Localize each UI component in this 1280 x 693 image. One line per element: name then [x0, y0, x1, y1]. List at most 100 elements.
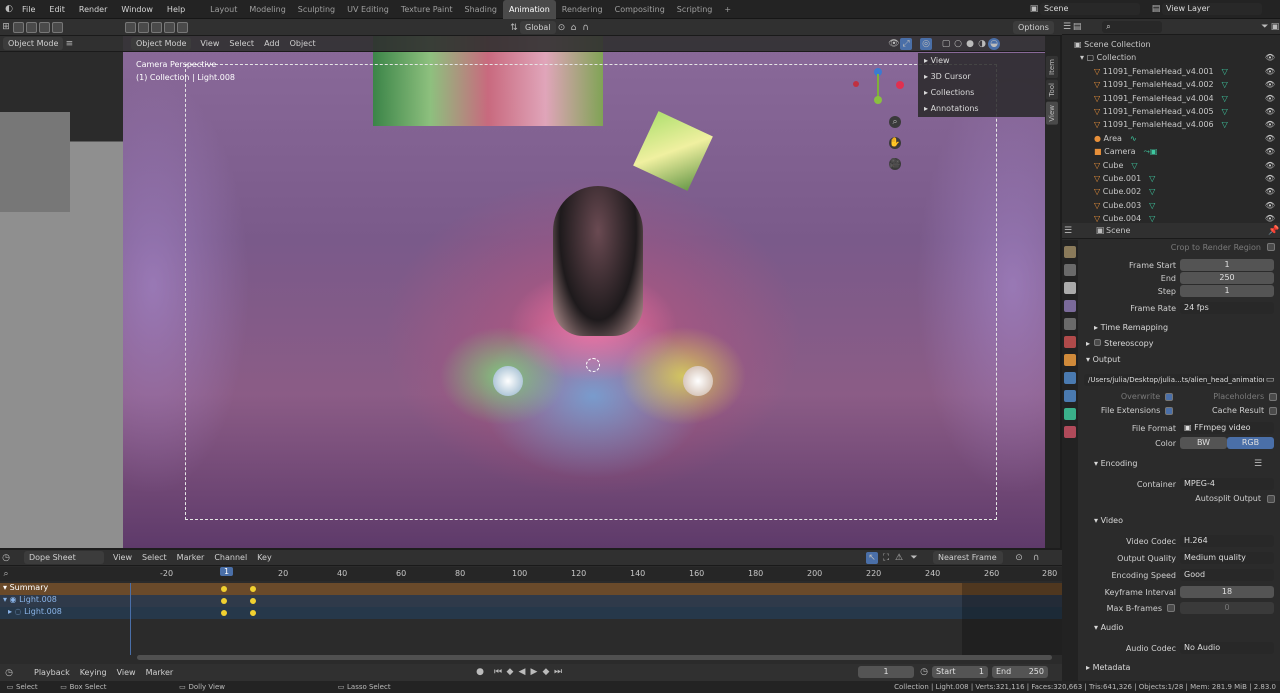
color-rgb-button[interactable]: RGB — [1227, 437, 1274, 449]
outliner-item[interactable]: ▽ 11091_FemaleHead_v4.001 ▽ 👁 — [1062, 65, 1280, 78]
tab-compositing[interactable]: Compositing — [609, 0, 671, 19]
outliner-item[interactable]: ▽ Cube.002 ▽ 👁 — [1062, 185, 1280, 198]
visibility-eye-icon[interactable]: 👁 — [1265, 145, 1275, 158]
dope-select-menu[interactable]: Select — [137, 551, 172, 564]
outliner-item[interactable]: ▽ 11091_FemaleHead_v4.004 ▽ 👁 — [1062, 92, 1280, 105]
video-codec-dropdown[interactable]: H.264 — [1180, 535, 1274, 547]
start-frame-field[interactable]: Start 1 — [932, 666, 988, 678]
tab-texture-paint[interactable]: Texture Paint — [395, 0, 459, 19]
visibility-eye-icon[interactable]: 👁 — [1265, 51, 1275, 64]
outliner-item[interactable]: ▽ Cube ▽ 👁 — [1062, 159, 1280, 172]
prev-keyframe-icon[interactable]: ◆ — [504, 666, 516, 678]
visibility-eye-icon[interactable]: 👁 — [1265, 105, 1275, 118]
outliner-item[interactable]: ■ Camera ⤳▣ 👁 — [1062, 145, 1280, 158]
keyframe[interactable] — [250, 598, 256, 604]
channel-row[interactable]: ▾ ◉ Light.008 — [0, 595, 1062, 607]
snap-mode-dropdown[interactable]: Nearest Frame — [933, 551, 1003, 564]
crop-checkbox[interactable] — [1267, 243, 1275, 251]
visibility-eye-icon[interactable]: 👁 — [1265, 92, 1275, 105]
audio-codec-dropdown[interactable]: No Audio — [1180, 642, 1274, 654]
overwrite-checkbox[interactable] — [1165, 392, 1174, 401]
jump-start-icon[interactable]: ⏮ — [492, 666, 504, 678]
placeholders-checkbox[interactable] — [1269, 392, 1277, 401]
file-extensions-checkbox[interactable] — [1165, 406, 1174, 415]
output-tab-icon[interactable] — [1064, 282, 1076, 294]
visibility-eye-icon[interactable]: 👁 — [1265, 118, 1275, 131]
visibility-eye-icon[interactable]: 👁 — [1265, 172, 1275, 185]
editor-type-icon[interactable]: ⊞ — [0, 21, 12, 33]
left-object-mode-dropdown[interactable]: Object Mode — [3, 37, 64, 50]
frame-start-field[interactable]: 1 — [1180, 259, 1274, 271]
keyframe[interactable] — [221, 586, 227, 592]
tool-tab-icon[interactable] — [1064, 246, 1076, 258]
rendered-shading-icon[interactable]: ◒ — [988, 38, 1000, 50]
menu-window[interactable]: Window — [114, 5, 160, 14]
only-selected-icon[interactable]: ↖ — [866, 551, 878, 564]
menu-render[interactable]: Render — [72, 5, 114, 14]
keyframe[interactable] — [221, 610, 227, 616]
folder-icon[interactable]: ▭ — [1264, 374, 1276, 386]
dope-editor-icon[interactable]: ◷ — [0, 552, 12, 564]
current-frame-field[interactable]: 1 — [858, 666, 914, 678]
gizmo-neg-x-axis[interactable] — [853, 81, 859, 87]
select-subtract-icon[interactable] — [52, 21, 63, 33]
transform-orientation[interactable]: ⇅ Global ⊙ ⌂ ∩ — [508, 21, 592, 34]
proportional-icon[interactable]: ⊙ — [1013, 552, 1025, 564]
tab-animation[interactable]: Animation — [502, 0, 556, 19]
render-tab-icon[interactable] — [1064, 264, 1076, 276]
outliner-collection[interactable]: ▾ ▢ Collection 👁 — [1062, 51, 1280, 64]
select-extend-icon[interactable] — [39, 21, 50, 33]
add-menu[interactable]: Add — [259, 37, 285, 50]
zoom-icon[interactable]: ⌕ — [889, 116, 901, 128]
pivot-icon[interactable]: ⊙ — [556, 22, 568, 34]
visibility-eye-icon[interactable]: 👁 — [1265, 185, 1275, 198]
view-menu[interactable]: View — [195, 37, 224, 50]
output-quality-dropdown[interactable]: Medium quality — [1180, 552, 1274, 564]
panel-annotations[interactable]: ▸ Annotations — [918, 101, 1045, 117]
options-dropdown[interactable]: Options — [1013, 21, 1054, 34]
object-menu[interactable]: Object — [285, 37, 321, 50]
encoding-speed-dropdown[interactable]: Good — [1180, 569, 1274, 581]
outliner-item[interactable]: ▽ Cube.003 ▽ 👁 — [1062, 199, 1280, 212]
material-shading-icon[interactable]: ◑ — [976, 38, 988, 50]
tool-select-icon[interactable] — [125, 21, 136, 33]
snap-icon[interactable]: ⌂ — [568, 22, 580, 34]
gizmo-icon[interactable]: ⤢ — [900, 38, 912, 50]
keyframe[interactable] — [250, 610, 256, 616]
panel-collections[interactable]: ▸ Collections — [918, 85, 1045, 101]
visibility-eye-icon[interactable]: 👁 — [1265, 132, 1275, 145]
main-viewport[interactable]: Camera Perspective (1) Collection | Ligh… — [123, 36, 1045, 548]
encoding-section[interactable]: ▾ Encoding — [1094, 459, 1137, 468]
timeline-editor-icon[interactable]: ◷ — [3, 667, 15, 679]
outliner-scene-collection[interactable]: ▣ Scene Collection — [1062, 38, 1280, 51]
outliner-item[interactable]: ▽ 11091_FemaleHead_v4.005 ▽ 👁 — [1062, 105, 1280, 118]
menu-edit[interactable]: Edit — [42, 5, 72, 14]
texture-tab-icon[interactable] — [1064, 426, 1076, 438]
visibility-eye-icon[interactable]: 👁 — [1265, 78, 1275, 91]
dope-scrollbar[interactable] — [137, 655, 1052, 660]
next-keyframe-icon[interactable]: ◆ — [540, 666, 552, 678]
channel-search[interactable]: ⌕ — [0, 567, 130, 581]
dope-channel-menu[interactable]: Channel — [209, 551, 252, 564]
visibility-eye-icon[interactable]: 👁 — [1265, 199, 1275, 212]
camera-view-icon[interactable]: 🎥 — [889, 158, 901, 170]
world-tab-icon[interactable] — [1064, 336, 1076, 348]
stereoscopy-section[interactable]: ▸ Stereoscopy — [1086, 339, 1153, 348]
keyframe-interval-field[interactable]: 18 — [1180, 586, 1274, 598]
orientation-dropdown[interactable]: Global — [520, 21, 556, 34]
menu-file[interactable]: File — [15, 5, 42, 14]
select-new-icon[interactable] — [26, 21, 37, 33]
pan-hand-icon[interactable]: ✋ — [889, 137, 901, 149]
panel-view[interactable]: ▸ View — [918, 53, 1045, 69]
tab-view[interactable]: View — [1046, 101, 1058, 125]
container-dropdown[interactable]: MPEG-4 — [1180, 478, 1274, 490]
visibility-icon[interactable]: 👁 — [888, 38, 900, 50]
display-mode-icon[interactable]: ▤ — [1072, 21, 1082, 33]
solid-shading-icon[interactable]: ● — [964, 38, 976, 50]
tab-item[interactable]: Item — [1046, 56, 1058, 78]
scene-name[interactable]: Scene — [1040, 3, 1140, 15]
outliner-item[interactable]: ● Area ∿ 👁 — [1062, 132, 1280, 145]
panel-3d-cursor[interactable]: ▸ 3D Cursor — [918, 69, 1045, 85]
show-hidden-icon[interactable]: ⛶ — [880, 552, 892, 564]
physics-tab-icon[interactable] — [1064, 390, 1076, 402]
